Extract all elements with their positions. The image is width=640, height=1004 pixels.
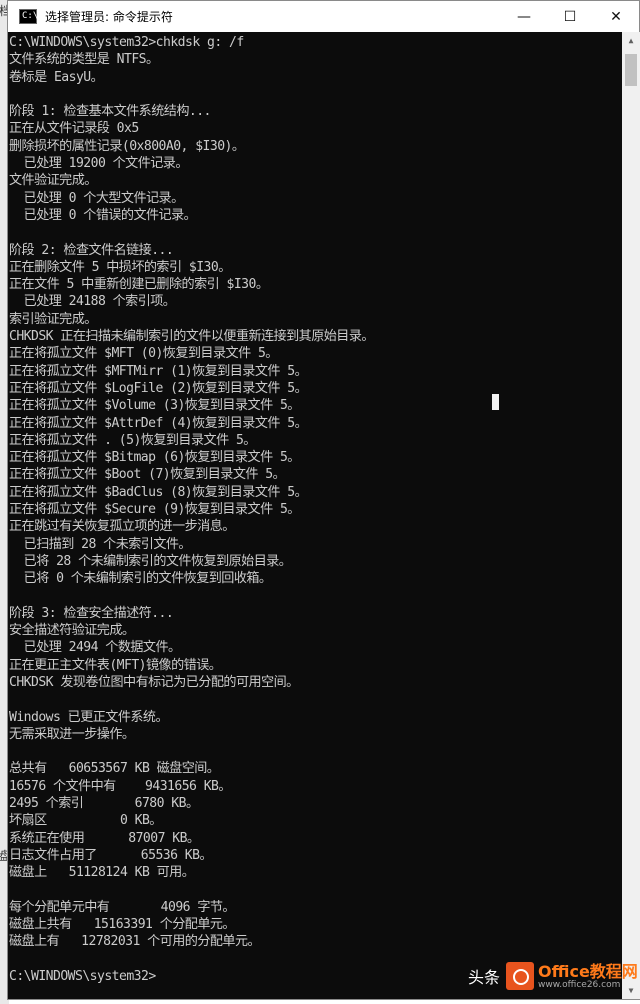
scroll-up-arrow-icon[interactable]: ▲ xyxy=(622,32,640,49)
console-line: 总共有 60653567 KB 磁盘空间。 xyxy=(9,761,220,777)
scroll-thumb[interactable] xyxy=(625,54,637,86)
console-line: 正在将孤立文件 $Boot (7)恢复到目录文件 5。 xyxy=(9,467,286,483)
watermark-platform: 头条 xyxy=(468,968,501,987)
console-line: 阶段 1: 检查基本文件系统结构... xyxy=(9,104,211,120)
console-line: 阶段 3: 检查安全描述符... xyxy=(9,605,174,621)
console-line: 已将 0 个未编制索引的文件恢复到回收箱。 xyxy=(9,571,272,587)
console-line: 日志文件占用了 65536 KB。 xyxy=(9,847,213,863)
console-line: 删除损坏的属性记录(0x800A0, $I30)。 xyxy=(9,138,245,154)
console-line: 正在将孤立文件 $Bitmap (6)恢复到目录文件 5。 xyxy=(9,450,300,466)
console-line: 正在文件 5 中重新创建已删除的索引 $I30。 xyxy=(9,277,269,293)
console-output: C:\WINDOWS\system32>chkdsk g: /f 文件系统的类型是… xyxy=(8,32,622,985)
console-line: 正在将孤立文件 . (5)恢复到目录文件 5。 xyxy=(9,432,256,448)
console-line: C:\WINDOWS\system32>chkdsk g: /f xyxy=(9,35,244,50)
close-button[interactable]: ✕ xyxy=(593,1,639,32)
console-line: 已处理 19200 个文件记录。 xyxy=(9,156,189,172)
console-line: 正在更正主文件表(MFT)镜像的错误。 xyxy=(9,657,222,673)
console-line: 正在将孤立文件 $LogFile (2)恢复到目录文件 5。 xyxy=(9,380,308,396)
console-line: 2495 个索引 6780 KB。 xyxy=(9,796,199,812)
console-line: 无需采取进一步操作。 xyxy=(9,726,135,742)
console-line: 正在将孤立文件 $Volume (3)恢复到目录文件 5。 xyxy=(9,398,300,414)
console-line: 16576 个文件中有 9431656 KB。 xyxy=(9,778,231,794)
console-line: 阶段 2: 检查文件名链接... xyxy=(9,242,174,258)
console-line: 正在将孤立文件 $BadClus (8)恢复到目录文件 5。 xyxy=(9,484,308,500)
office-logo-icon xyxy=(506,962,535,990)
console-line: 每个分配单元中有 4096 字节。 xyxy=(9,899,236,915)
console-line: 正在将孤立文件 $MFTMirr (1)恢复到目录文件 5。 xyxy=(9,363,308,379)
console-line: 文件验证完成。 xyxy=(9,173,97,189)
watermark-brand: Office教程网 xyxy=(538,961,638,981)
console-line: 已处理 2494 个数据文件。 xyxy=(9,640,181,656)
title-bar[interactable]: C:\ 选择管理员: 命令提示符 — ☐ ✕ xyxy=(8,1,639,32)
console-line: 正在删除文件 5 中损坏的索引 $I30。 xyxy=(9,259,231,275)
console-line: 已处理 0 个大型文件记录。 xyxy=(9,190,185,206)
text-cursor xyxy=(492,394,499,410)
watermark-site: www.office26.com xyxy=(538,979,621,990)
console-line: 已扫描到 28 个未索引文件。 xyxy=(9,536,192,552)
watermark-overlay: 头条 Office教程网 www.office26.com xyxy=(468,955,640,997)
console-line: Windows 已更正文件系统。 xyxy=(9,709,169,725)
console-line: 索引验证完成。 xyxy=(9,311,97,327)
window-title: 选择管理员: 命令提示符 xyxy=(45,10,173,24)
console-line: CHKDSK 正在扫描未编制索引的文件以便重新连接到其原始目录。 xyxy=(9,329,374,345)
console-line: 正在跳过有关恢复孤立项的进一步消息。 xyxy=(9,519,235,535)
console-line: 系统正在使用 87007 KB。 xyxy=(9,830,200,846)
console-line: 卷标是 EasyU。 xyxy=(9,69,104,85)
console-area[interactable]: C:\WINDOWS\system32>chkdsk g: /f 文件系统的类型是… xyxy=(8,32,622,999)
console-line: 磁盘上 51128124 KB 可用。 xyxy=(9,865,195,881)
console-line: CHKDSK 发现卷位图中有标记为已分配的可用空间。 xyxy=(9,674,299,690)
console-line: 正在将孤立文件 $Secure (9)恢复到目录文件 5。 xyxy=(9,502,300,518)
cmd-window: C:\ 选择管理员: 命令提示符 — ☐ ✕ C:\WINDOWS\system… xyxy=(7,0,640,1000)
console-line: 正在将孤立文件 $AttrDef (4)恢复到目录文件 5。 xyxy=(9,415,308,431)
console-line: 正在从文件记录段 0x5 xyxy=(9,121,139,137)
vertical-scrollbar[interactable]: ▲ ▼ xyxy=(622,32,640,999)
console-line: 磁盘上共有 15163391 个分配单元。 xyxy=(9,917,236,933)
console-line: 正在将孤立文件 $MFT (0)恢复到目录文件 5。 xyxy=(9,346,278,362)
console-line: 已处理 24188 个索引项。 xyxy=(9,294,176,310)
console-line: 文件系统的类型是 NTFS。 xyxy=(9,52,159,68)
console-line: 坏扇区 0 KB。 xyxy=(9,813,162,829)
console-line: 已处理 0 个错误的文件记录。 xyxy=(9,207,197,223)
maximize-button[interactable]: ☐ xyxy=(547,1,593,32)
console-line: 已将 28 个未编制索引的文件恢复到原始目录。 xyxy=(9,553,292,569)
console-line: 安全描述符验证完成。 xyxy=(9,623,135,639)
minimize-button[interactable]: — xyxy=(501,1,547,32)
console-line: 磁盘上有 12782031 个可用的分配单元。 xyxy=(9,934,261,950)
cmd-app-icon: C:\ xyxy=(19,9,38,24)
